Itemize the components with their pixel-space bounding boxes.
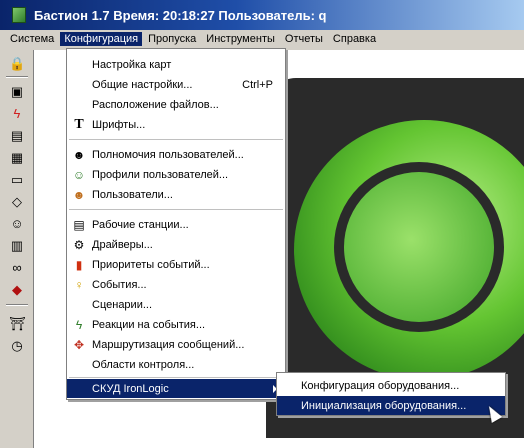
toolbar-separator <box>6 76 28 78</box>
menu-separator <box>69 139 283 140</box>
menu-system[interactable]: Система <box>6 32 58 46</box>
menu-separator <box>69 209 283 210</box>
monitor-icon[interactable]: ▣ <box>9 84 25 100</box>
window-title: Бастион 1.7 Время: 20:18:27 Пользователь… <box>34 7 327 23</box>
map-icon[interactable]: ▦ <box>9 150 25 166</box>
lock-icon[interactable]: 🔒 <box>9 56 25 72</box>
menu-configuration[interactable]: Конфигурация <box>60 32 143 46</box>
menu-item-scenarios[interactable]: Сценарии... <box>67 295 285 314</box>
reaction-icon: ϟ <box>75 317 83 332</box>
menu-item-general-settings[interactable]: Общие настройки... Ctrl+P <box>67 75 285 94</box>
driver-icon: ⚙ <box>73 237 85 252</box>
users-icon: ☻ <box>72 187 86 202</box>
clock-icon[interactable]: ◷ <box>9 338 25 354</box>
menu-item-skud-ironlogic[interactable]: СКУД IronLogic <box>67 379 285 398</box>
menu-item-events[interactable]: ♀ События... <box>67 275 285 294</box>
title-bar: Бастион 1.7 Время: 20:18:27 Пользователь… <box>0 0 524 30</box>
user-profile-icon: ☺ <box>72 167 86 182</box>
menu-item-map-settings[interactable]: Настройка карт <box>67 55 285 74</box>
tag-icon[interactable]: ◇ <box>9 194 25 210</box>
menu-item-users[interactable]: ☻ Пользователи... <box>67 185 285 204</box>
menu-help[interactable]: Справка <box>329 32 380 46</box>
workstation-icon: ▤ <box>73 217 85 232</box>
menu-item-workstations[interactable]: ▤ Рабочие станции... <box>67 215 285 234</box>
menu-tools[interactable]: Инструменты <box>202 32 279 46</box>
toolbar-separator <box>6 304 28 306</box>
priority-icon: ▮ <box>75 257 83 272</box>
menu-reports[interactable]: Отчеты <box>281 32 327 46</box>
font-icon: T <box>74 116 84 132</box>
routing-icon: ✥ <box>73 337 85 352</box>
menu-item-user-rights[interactable]: ☻ Полномочия пользователей... <box>67 145 285 164</box>
left-toolbar: 🔒 ▣ ϟ ▤ ▦ ▭ ◇ ☺ ▥ ∞ ◆ ⛩ ◷ <box>0 50 34 448</box>
menu-item-control-areas[interactable]: Области контроля... <box>67 355 285 374</box>
menu-item-fonts[interactable]: T Шрифты... <box>67 115 285 134</box>
menu-item-event-reactions[interactable]: ϟ Реакции на события... <box>67 315 285 334</box>
shortcut-label: Ctrl+P <box>242 78 273 91</box>
menu-item-file-locations[interactable]: Расположение файлов... <box>67 95 285 114</box>
event-icon: ♀ <box>74 277 84 292</box>
document-icon[interactable]: ▤ <box>9 128 25 144</box>
menu-passes[interactable]: Пропуска <box>144 32 200 46</box>
menu-item-drivers[interactable]: ⚙ Драйверы... <box>67 235 285 254</box>
menu-item-message-routing[interactable]: ✥ Маршрутизация сообщений... <box>67 335 285 354</box>
user-rights-icon: ☻ <box>72 147 86 162</box>
lightning-icon[interactable]: ϟ <box>9 106 25 122</box>
binoculars-icon[interactable]: ∞ <box>9 260 25 276</box>
submenu-item-hardware-init[interactable]: Инициализация оборудования... <box>277 396 505 415</box>
skud-ironlogic-submenu: Конфигурация оборудования... Инициализац… <box>276 372 506 416</box>
chart-icon[interactable]: ▥ <box>9 238 25 254</box>
menu-separator <box>69 377 283 378</box>
configuration-dropdown-menu: Настройка карт Общие настройки... Ctrl+P … <box>66 48 286 400</box>
app-icon <box>12 7 26 23</box>
menu-bar: Система Конфигурация Пропуска Инструмент… <box>0 30 524 48</box>
logo-shape-core <box>344 172 494 322</box>
exit-icon[interactable]: ⛩ <box>9 316 26 332</box>
card-icon[interactable]: ▭ <box>9 172 25 188</box>
submenu-item-hardware-config[interactable]: Конфигурация оборудования... <box>277 376 505 395</box>
eraser-icon[interactable]: ◆ <box>9 282 25 298</box>
menu-item-event-priorities[interactable]: ▮ Приоритеты событий... <box>67 255 285 274</box>
menu-item-user-profiles[interactable]: ☺ Профили пользователей... <box>67 165 285 184</box>
person-icon[interactable]: ☺ <box>9 216 25 232</box>
